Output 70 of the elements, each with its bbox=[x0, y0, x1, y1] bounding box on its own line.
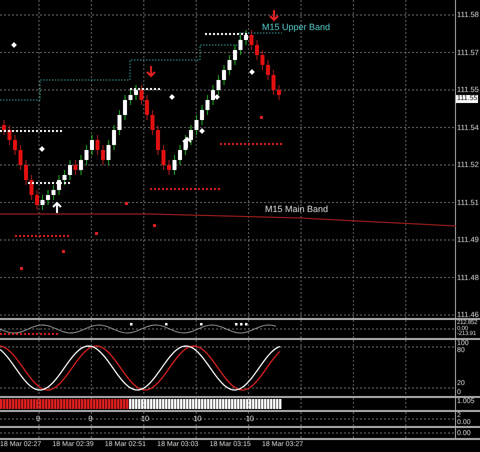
candle bbox=[162, 144, 166, 170]
candle bbox=[57, 174, 61, 196]
down-arrow-icon bbox=[146, 65, 156, 78]
candle bbox=[128, 90, 132, 106]
down-arrow-icon bbox=[269, 9, 279, 22]
dotted-level-line bbox=[130, 88, 160, 90]
candle bbox=[112, 124, 116, 150]
candle bbox=[250, 30, 254, 50]
candle bbox=[2, 120, 6, 136]
candle bbox=[96, 134, 100, 156]
band-label: M15 Main Band bbox=[265, 204, 328, 214]
candle bbox=[194, 114, 198, 136]
candle bbox=[140, 84, 144, 106]
candle bbox=[134, 84, 138, 100]
dotted-level-line bbox=[0, 130, 62, 132]
dotted-level-line bbox=[220, 143, 282, 145]
dotted-level-line bbox=[15, 235, 69, 237]
candle bbox=[62, 170, 66, 186]
candle bbox=[13, 134, 17, 156]
candle bbox=[266, 60, 270, 80]
candle bbox=[40, 194, 44, 210]
candle bbox=[200, 104, 204, 126]
up-arrow-icon bbox=[52, 202, 62, 214]
candle bbox=[189, 124, 193, 146]
candle bbox=[74, 160, 78, 176]
dotted-level-line bbox=[150, 188, 220, 190]
diamond-marker bbox=[39, 146, 45, 152]
band-label: M15 Upper Band bbox=[262, 22, 330, 32]
diamond-marker bbox=[214, 94, 220, 100]
dotted-level-line bbox=[205, 33, 247, 35]
candle bbox=[84, 144, 88, 166]
candle bbox=[238, 34, 242, 56]
candle bbox=[68, 160, 72, 180]
diamond-marker bbox=[199, 128, 205, 134]
candle bbox=[150, 110, 154, 136]
candle bbox=[8, 124, 12, 146]
candle bbox=[167, 160, 171, 176]
up-arrow-icon bbox=[182, 136, 192, 149]
candle bbox=[228, 54, 232, 76]
candle bbox=[260, 50, 264, 70]
candle bbox=[244, 30, 248, 46]
candle bbox=[90, 134, 94, 156]
candle bbox=[277, 84, 281, 100]
candle bbox=[46, 190, 50, 206]
candle bbox=[216, 74, 220, 96]
candle bbox=[24, 160, 28, 186]
diamond-marker bbox=[169, 94, 175, 100]
diamond-marker bbox=[249, 69, 255, 75]
candle bbox=[79, 154, 83, 176]
candle bbox=[272, 70, 276, 96]
candle bbox=[30, 174, 34, 200]
candle bbox=[145, 94, 149, 120]
candle bbox=[118, 110, 122, 136]
candle bbox=[52, 184, 56, 200]
candle bbox=[172, 154, 176, 176]
diamond-marker bbox=[11, 42, 17, 48]
candle bbox=[206, 94, 210, 116]
candle bbox=[18, 144, 22, 170]
candle bbox=[178, 144, 182, 166]
candle bbox=[106, 140, 110, 166]
dotted-level-line bbox=[28, 182, 70, 184]
candle bbox=[222, 64, 226, 86]
candle bbox=[156, 124, 160, 156]
candle bbox=[123, 94, 127, 120]
candle bbox=[184, 134, 188, 156]
candle bbox=[233, 44, 237, 66]
candle bbox=[255, 40, 259, 60]
candle bbox=[211, 84, 215, 106]
candle bbox=[101, 144, 105, 166]
candle bbox=[35, 190, 39, 210]
